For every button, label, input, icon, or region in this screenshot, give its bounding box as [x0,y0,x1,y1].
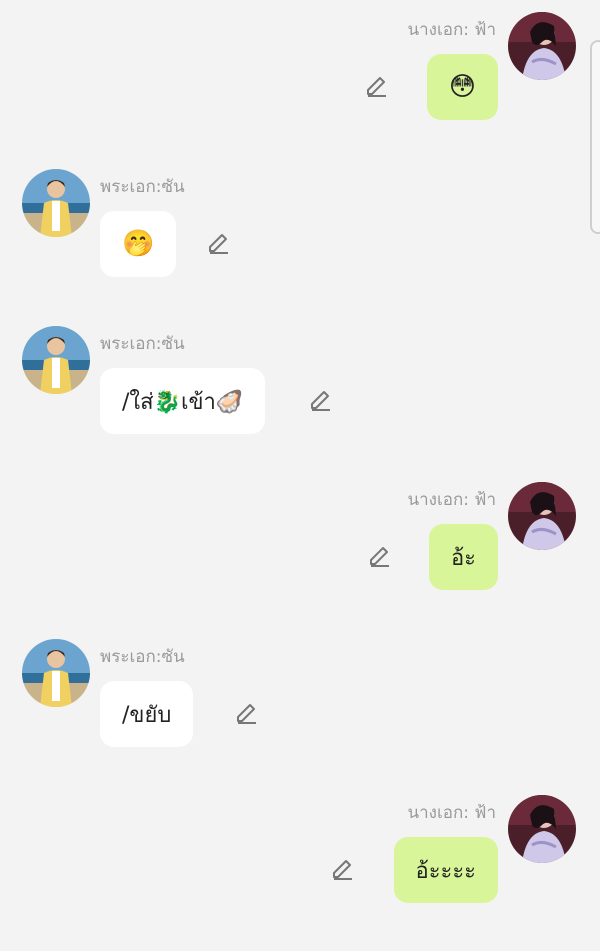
message-text: 🤭 [122,229,155,259]
pencil-icon[interactable] [308,388,334,414]
message-row: พระเอก:ซัน 🤭 [0,169,600,289]
message-row: นางเอก: ฟ้า 😳 [0,12,600,132]
avatar-hero[interactable] [22,169,90,237]
message-bubble[interactable]: /ใส่🐉เข้า🦪 [100,368,266,434]
message-bubble[interactable]: อ้ะะะะ [393,837,498,903]
message-text: อ้ะะะะ [415,858,476,884]
chat-thread: นางเอก: ฟ้า 😳 พระเอก:ซัน 🤭 พระเอก:ซัน /ใ… [0,0,600,951]
message-bubble[interactable]: 😳 [426,54,498,120]
message-text: อ้ะ [450,545,476,571]
message-row: นางเอก: ฟ้า อ้ะ [0,482,600,602]
pencil-icon[interactable] [234,701,260,727]
pencil-icon[interactable] [206,231,232,257]
message-row: พระเอก:ซัน /ใส่🐉เข้า🦪 [0,326,600,446]
sender-name: นางเอก: ฟ้า [407,490,497,510]
sender-name: นางเอก: ฟ้า [407,20,497,40]
message-bubble[interactable]: อ้ะ [428,524,498,590]
message-text: /ใส่🐉เข้า🦪 [122,389,244,415]
message-bubble[interactable]: /ขยับ [100,681,194,747]
pencil-icon[interactable] [330,857,356,883]
avatar-hero[interactable] [22,326,90,394]
avatar-heroine[interactable] [508,795,576,863]
message-row: พระเอก:ซัน /ขยับ [0,639,600,759]
avatar-heroine[interactable] [508,482,576,550]
sender-name: นางเอก: ฟ้า [407,803,497,823]
sender-name: พระเอก:ซัน [100,177,185,197]
message-row: นางเอก: ฟ้า อ้ะะะะ [0,795,600,915]
sender-name: พระเอก:ซัน [100,647,185,667]
avatar-hero[interactable] [22,639,90,707]
pencil-icon[interactable] [367,544,393,570]
message-text: /ขยับ [122,702,172,728]
avatar-heroine[interactable] [508,12,576,80]
message-bubble[interactable]: 🤭 [100,211,177,277]
message-text: 😳 [448,72,476,102]
pencil-icon[interactable] [364,74,390,100]
sender-name: พระเอก:ซัน [100,334,185,354]
